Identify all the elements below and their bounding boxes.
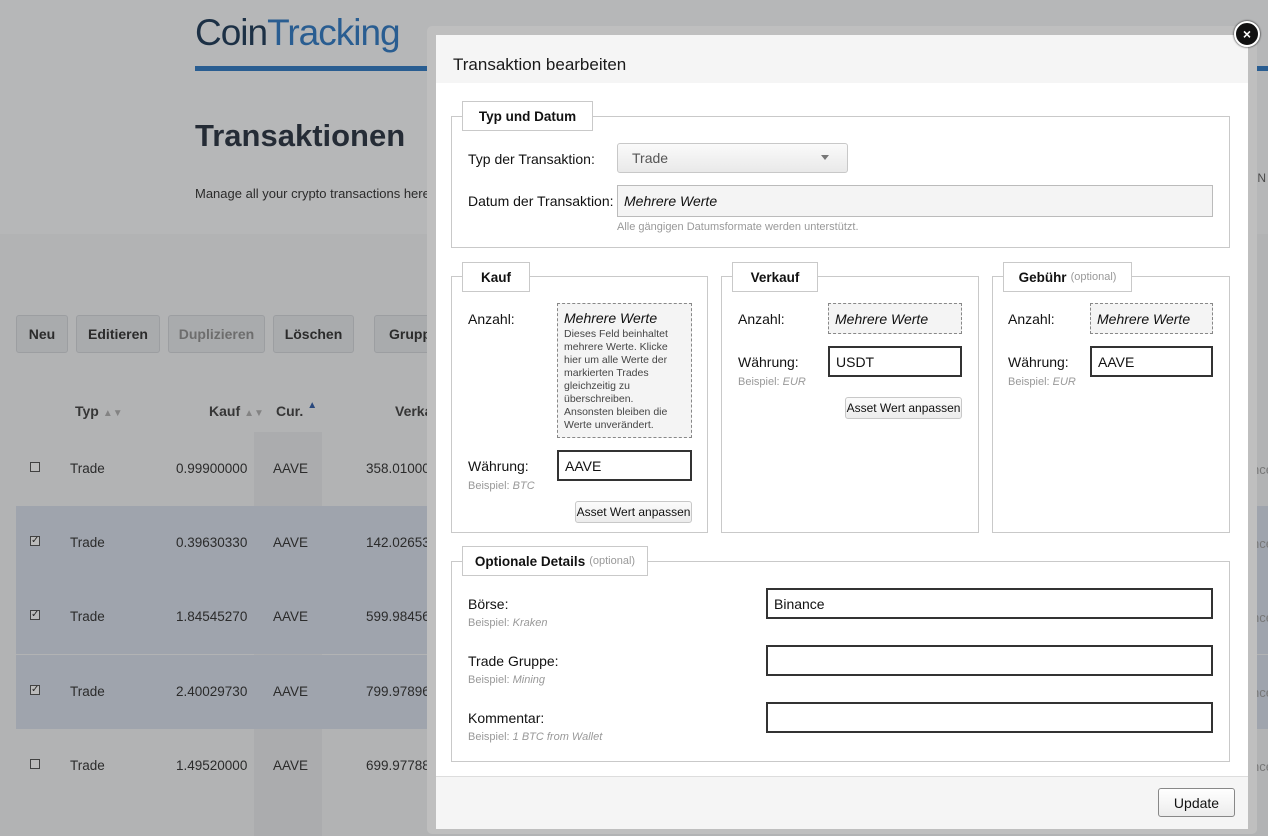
buy-currency-example: Beispiel: BTC <box>468 480 535 492</box>
sell-currency-input[interactable]: USDT <box>828 346 962 377</box>
type-label: Typ der Transaktion: <box>468 151 595 167</box>
comment-input[interactable] <box>766 702 1213 733</box>
buy-amount-input[interactable]: Mehrere Werte Dieses Feld beinhaltet meh… <box>557 303 692 438</box>
exchange-example: Beispiel: Kraken <box>468 617 548 629</box>
sell-amount-label: Anzahl: <box>738 311 785 327</box>
buy-currency-label: Währung: <box>468 458 529 474</box>
fee-amount-label: Anzahl: <box>1008 311 1055 327</box>
modal-title: Transaktion bearbeiten <box>453 55 627 74</box>
sell-currency-label: Währung: <box>738 354 799 370</box>
comment-label: Kommentar: <box>468 710 545 726</box>
date-input[interactable]: Mehrere Werte <box>617 185 1213 217</box>
fee-currency-label: Währung: <box>1008 354 1069 370</box>
fee-currency-input[interactable]: AAVE <box>1090 346 1213 377</box>
trade-group-example: Beispiel: Mining <box>468 674 546 686</box>
sell-adjust-asset-button[interactable]: Asset Wert anpassen <box>845 397 962 419</box>
exchange-label: Börse: <box>468 596 509 612</box>
sell-legend: Verkauf <box>732 262 818 292</box>
comment-example: Beispiel: 1 BTC from Wallet <box>468 731 603 743</box>
trade-group-input[interactable] <box>766 645 1213 676</box>
buy-amount-label: Anzahl: <box>468 311 515 327</box>
multi-value-note: Dieses Feld beinhaltet mehrere Werte. Kl… <box>564 328 668 431</box>
fee-amount-input[interactable]: Mehrere Werte <box>1090 303 1213 334</box>
chevron-down-icon <box>821 155 829 160</box>
sell-currency-example: Beispiel: EUR <box>738 376 806 388</box>
optional-details-legend: Optionale Details (optional) <box>462 546 648 576</box>
trade-group-label: Trade Gruppe: <box>468 653 559 669</box>
sell-amount-input[interactable]: Mehrere Werte <box>828 303 962 334</box>
type-date-legend: Typ und Datum <box>462 101 593 131</box>
buy-currency-input[interactable]: AAVE <box>557 450 692 481</box>
update-button[interactable]: Update <box>1158 788 1235 817</box>
fee-currency-example: Beispiel: EUR <box>1008 376 1076 388</box>
close-icon[interactable]: × <box>1234 21 1260 47</box>
modal-footer: Update <box>436 776 1248 829</box>
date-label: Datum der Transaktion: <box>468 193 614 209</box>
exchange-input[interactable]: Binance <box>766 588 1213 619</box>
edit-transaction-dialog: Transaktion bearbeiten Typ und Datum Typ… <box>436 35 1248 829</box>
modal-header: Transaktion bearbeiten <box>436 35 1248 83</box>
buy-adjust-asset-button[interactable]: Asset Wert anpassen <box>575 501 692 523</box>
buy-legend: Kauf <box>462 262 530 292</box>
type-select[interactable]: Trade <box>617 143 848 173</box>
date-hint: Alle gängigen Datumsformate werden unter… <box>617 221 859 233</box>
fee-legend: Gebühr (optional) <box>1003 262 1132 292</box>
